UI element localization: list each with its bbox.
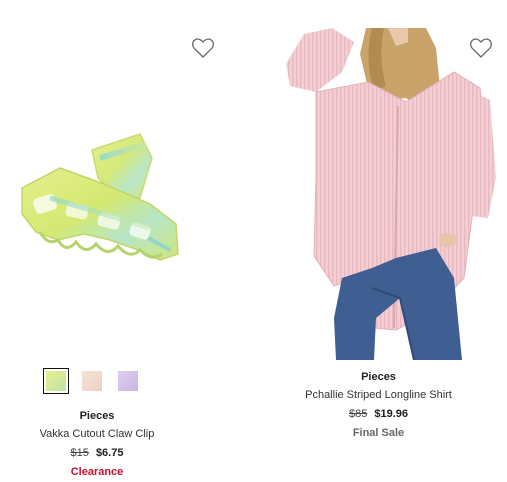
original-price: $15 <box>70 447 89 459</box>
swatch-lavender[interactable] <box>115 368 141 394</box>
final-sale-badge: Final Sale <box>352 427 405 439</box>
product-name-link[interactable]: Pchallie Striped Longline Shirt <box>250 388 507 402</box>
swatch-peach[interactable] <box>79 368 105 394</box>
product-card: Pieces Vakka Cutout Claw Clip $15 $6.75 … <box>0 0 230 482</box>
product-image[interactable] <box>276 28 506 360</box>
original-price: $85 <box>348 408 368 420</box>
swatch-yellow[interactable] <box>43 368 69 394</box>
product-info: Pieces Vakka Cutout Claw Clip $15 $6.75 … <box>0 409 212 479</box>
product-brand: Pieces <box>79 410 115 422</box>
claw-clip-image <box>21 133 179 261</box>
product-name-link[interactable]: Vakka Cutout Claw Clip <box>0 427 212 441</box>
product-prices: $85 $19.96 <box>250 407 507 421</box>
product-grid: Pieces Vakka Cutout Claw Clip $15 $6.75 … <box>0 0 507 482</box>
product-info: Pieces Pchallie Striped Longline Shirt $… <box>250 370 507 440</box>
clearance-badge: Clearance <box>70 466 124 478</box>
model-shirt-image <box>286 28 496 360</box>
favorite-heart-icon[interactable] <box>469 37 493 59</box>
sale-price: $19.96 <box>374 408 409 420</box>
product-image[interactable] <box>0 28 230 360</box>
color-swatches <box>43 368 141 394</box>
product-card: Pieces Pchallie Striped Longline Shirt $… <box>250 0 507 482</box>
product-brand: Pieces <box>361 371 396 383</box>
product-prices: $15 $6.75 <box>0 446 212 460</box>
sale-price: $6.75 <box>95 447 124 459</box>
favorite-heart-icon[interactable] <box>191 37 215 59</box>
